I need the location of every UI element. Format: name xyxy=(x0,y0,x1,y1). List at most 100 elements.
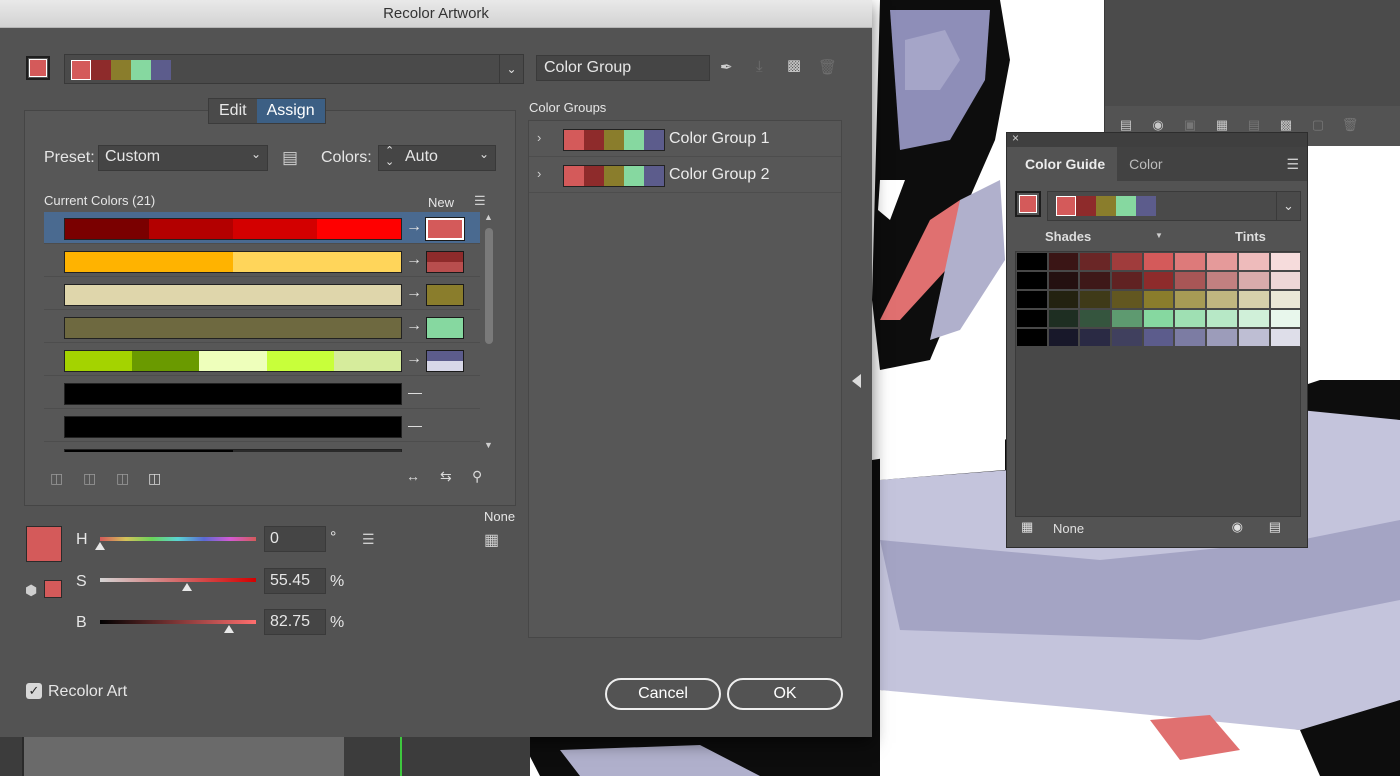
variation-cell[interactable] xyxy=(1047,271,1080,290)
out-of-gamut-cube-icon[interactable]: ⬢ xyxy=(25,582,37,599)
variation-cell[interactable] xyxy=(1016,290,1048,309)
color-mode-menu-icon[interactable]: ☰ xyxy=(362,531,375,548)
current-color-preview[interactable] xyxy=(26,526,62,562)
exclude-colors-icon[interactable]: ◫ xyxy=(116,470,129,487)
new-row-icon[interactable]: ◫ xyxy=(148,470,161,487)
variation-cell[interactable] xyxy=(1269,290,1302,309)
edit-colors-icon[interactable]: ◉ xyxy=(1232,519,1243,535)
save-changes-icon[interactable]: ⤓ xyxy=(756,58,763,75)
new-color-swatch[interactable] xyxy=(425,217,465,241)
folder-icon[interactable]: ▩ xyxy=(1277,117,1295,133)
variation-cell[interactable] xyxy=(1269,328,1302,347)
assign-arrow-icon[interactable]: → xyxy=(406,317,422,335)
current-color-bar[interactable] xyxy=(64,317,402,339)
current-color-bar[interactable] xyxy=(64,218,402,240)
variation-cell[interactable] xyxy=(1237,252,1270,271)
randomly-change-saturation-icon[interactable]: ⇆ xyxy=(440,468,452,485)
variation-cell[interactable] xyxy=(1174,252,1207,271)
variation-cell[interactable] xyxy=(1047,290,1080,309)
variation-cell[interactable] xyxy=(1079,290,1112,309)
separate-colors-icon[interactable]: ◫ xyxy=(83,470,96,487)
variation-cell[interactable] xyxy=(1079,309,1112,328)
variation-cell[interactable] xyxy=(1142,328,1175,347)
variation-cell[interactable] xyxy=(1047,252,1080,271)
brightness-slider[interactable] xyxy=(100,620,256,624)
tab-color[interactable]: Color xyxy=(1117,147,1174,181)
make-clip-icon[interactable]: ▣ xyxy=(1181,117,1199,133)
variation-cell[interactable] xyxy=(1016,328,1048,347)
harmony-rules-strip[interactable]: ⌄ xyxy=(64,54,524,84)
assign-arrow-icon[interactable]: → xyxy=(406,284,422,302)
variation-cell[interactable] xyxy=(1269,271,1302,290)
color-row[interactable]: → xyxy=(44,278,480,310)
variation-cell[interactable] xyxy=(1237,290,1270,309)
variation-cell[interactable] xyxy=(1142,252,1175,271)
merge-colors-icon[interactable]: ◫ xyxy=(50,470,63,487)
variation-cell[interactable] xyxy=(1142,271,1175,290)
preset-options-icon[interactable]: ▤ xyxy=(282,148,298,168)
tab-color-guide[interactable]: Color Guide xyxy=(1007,147,1118,181)
find-colors-icon[interactable]: ⚲ xyxy=(472,468,482,485)
base-color-swatch[interactable] xyxy=(1015,191,1041,217)
variation-cell[interactable] xyxy=(1142,309,1175,328)
variation-cell[interactable] xyxy=(1079,252,1112,271)
tab-assign[interactable]: Assign xyxy=(256,99,325,123)
saturation-slider[interactable] xyxy=(100,578,256,582)
new-group-folder-icon[interactable]: ▩ xyxy=(787,56,801,74)
new-sublayer-icon[interactable]: ▦ xyxy=(1213,117,1231,133)
variation-cell[interactable] xyxy=(1174,271,1207,290)
color-row[interactable]: — xyxy=(44,410,480,442)
variation-cell[interactable] xyxy=(1016,252,1048,271)
brightness-slider-knob[interactable] xyxy=(224,625,235,633)
trash-icon[interactable]: 🗑 xyxy=(1341,117,1359,133)
variation-options-icon[interactable]: ▼ xyxy=(1155,231,1163,240)
variation-cell[interactable] xyxy=(1174,290,1207,309)
color-rows-list[interactable]: → → → → → — — — xyxy=(44,212,480,452)
active-color-swatch[interactable] xyxy=(26,56,50,80)
swatch-library-icon[interactable]: ▦ xyxy=(484,530,499,550)
variation-cell[interactable] xyxy=(1111,290,1143,309)
color-group-name-field[interactable]: Color Group xyxy=(536,55,710,81)
brightness-input[interactable]: 82.75 xyxy=(264,609,326,635)
variation-cell[interactable] xyxy=(1174,328,1207,347)
chevron-down-icon[interactable]: ⌄ xyxy=(1276,192,1300,220)
scroll-thumb[interactable] xyxy=(485,228,493,344)
color-row[interactable]: → xyxy=(44,311,480,343)
colors-count-select[interactable]: ⌃ ⌄ Auto ⌄ xyxy=(378,145,496,171)
color-row[interactable]: → xyxy=(44,212,480,244)
variation-cell[interactable] xyxy=(1237,309,1270,328)
current-color-bar[interactable] xyxy=(64,350,402,372)
save-group-icon[interactable]: ▤ xyxy=(1269,519,1281,535)
variation-cell[interactable] xyxy=(1047,309,1080,328)
variation-cell[interactable] xyxy=(1269,309,1302,328)
variation-cell[interactable] xyxy=(1047,328,1080,347)
delete-group-icon[interactable]: 🗑 xyxy=(818,58,837,76)
color-row[interactable]: → xyxy=(44,344,480,376)
variation-cell[interactable] xyxy=(1237,271,1270,290)
saturation-input[interactable]: 55.45 xyxy=(264,568,326,594)
assign-arrow-icon[interactable]: → xyxy=(406,218,422,236)
hue-input[interactable]: 0 xyxy=(264,526,326,552)
saturation-slider-knob[interactable] xyxy=(181,583,192,591)
variation-cell[interactable] xyxy=(1174,309,1207,328)
color-row[interactable]: — xyxy=(44,377,480,409)
preset-select[interactable]: Custom ⌄ xyxy=(98,145,268,171)
tab-edit[interactable]: Edit xyxy=(209,99,257,123)
variation-cell[interactable] xyxy=(1111,328,1143,347)
recolor-art-checkbox[interactable]: ✓ xyxy=(26,683,42,699)
variation-cell[interactable] xyxy=(1142,290,1175,309)
gamut-color-swatch[interactable] xyxy=(44,580,62,598)
new-color-swatch[interactable] xyxy=(426,350,464,372)
variation-cell[interactable] xyxy=(1111,309,1143,328)
rows-scrollbar[interactable]: ▲ ▼ xyxy=(482,212,496,452)
new-color-swatch[interactable] xyxy=(426,251,464,273)
stepper-arrows-icon[interactable]: ⌃ ⌄ xyxy=(385,146,394,168)
color-group-row[interactable]: › Color Group 1 xyxy=(529,121,841,157)
color-group-row[interactable]: › Color Group 2 xyxy=(529,157,841,193)
scroll-down-icon[interactable]: ▼ xyxy=(484,440,493,450)
variation-cell[interactable] xyxy=(1206,309,1238,328)
new-layer-icon[interactable]: ▤ xyxy=(1245,117,1263,133)
variation-cell[interactable] xyxy=(1269,252,1302,271)
color-row[interactable]: → xyxy=(44,245,480,277)
assign-arrow-icon[interactable]: → xyxy=(406,251,422,269)
